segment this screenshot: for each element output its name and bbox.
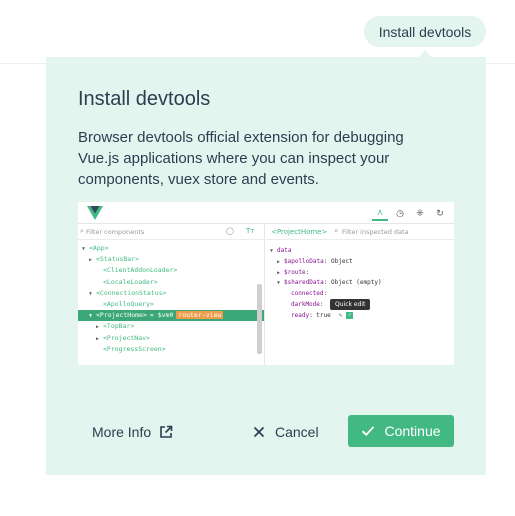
component-filter: ⌕ Filter components ◯ Tт	[78, 224, 264, 240]
prop-value: true	[316, 311, 331, 319]
install-devtools-popover: Install devtools Browser devtools offici…	[46, 57, 486, 475]
data-filter-placeholder: Filter inspected data	[342, 228, 409, 236]
prop-row[interactable]: ▼ $sharedData: Object (empty)	[266, 278, 454, 289]
tree-node-name: <App>	[89, 244, 109, 252]
tree-node-name: <StatusBar>	[96, 255, 140, 264]
prop-key: $apolloData	[284, 257, 324, 265]
tree-row[interactable]: <LocaleLoader>	[78, 277, 264, 288]
prop-row[interactable]: ▶ $route:	[266, 268, 454, 279]
events-icon: ⁜	[416, 207, 424, 218]
component-filter-placeholder: Filter components	[86, 228, 145, 236]
prop-separator: :	[323, 257, 331, 265]
search-icon: ⌕	[80, 227, 84, 235]
tree-row[interactable]: <ClientAddonLoader>	[78, 265, 264, 276]
prop-row[interactable]: ▼ data	[266, 246, 454, 257]
tree-node-name: <ApolloQuery>	[103, 299, 154, 308]
tree-node-name: <ClientAddonLoader>	[103, 266, 178, 275]
checkbox-checked-icon[interactable]: ✓	[346, 311, 354, 319]
tree-row[interactable]: ▶ <TopBar>	[78, 321, 264, 332]
select-icon: ◯	[226, 227, 234, 235]
continue-button[interactable]: Continue	[348, 415, 454, 447]
tree-node-name: <ProjectNav>	[103, 333, 150, 342]
prop-key: $route	[284, 268, 306, 276]
vm-reference: = $vm0	[149, 311, 174, 320]
more-info-button[interactable]: More Info	[92, 422, 173, 442]
tree-node-name: <ConnectionStatus>	[96, 288, 167, 297]
tree-row[interactable]: <ApolloQuery>	[78, 299, 264, 310]
prop-key: darkMode	[291, 300, 320, 308]
expand-toggle-icon[interactable]: ▼	[270, 246, 277, 256]
tree-row[interactable]: ▼ <ConnectionStatus>	[78, 288, 264, 299]
tree-row[interactable]: ▼ <ProjectHome> = $vm0 router-view	[78, 310, 264, 322]
expand-toggle-icon[interactable]: ▶	[277, 268, 284, 278]
prop-row[interactable]: ready: true ✎ ✓	[266, 311, 454, 322]
format-icon: Tт	[246, 227, 255, 235]
prop-key: ready	[291, 311, 310, 319]
quick-edit-tooltip: Quick edit	[330, 299, 371, 310]
prop-separator: :	[305, 268, 310, 276]
preview-tab-icons: ⋏ ◷ ⁜ ↻	[372, 205, 448, 221]
install-devtools-button[interactable]: Install devtools	[364, 16, 486, 47]
component-tree: ▼ <App> ▶ <StatusBar> <ClientAddonLoader> <Lo…	[78, 240, 264, 355]
router-view-badge: router-view	[176, 311, 224, 320]
devtools-preview-image: ⋏ ◷ ⁜ ↻ ⌕ Filter components ◯ Tт ▼ <App> ▶…	[78, 202, 454, 365]
tree-node-name: <TopBar>	[103, 322, 135, 331]
prop-key: connected	[291, 290, 324, 298]
tree-node-name: <ProgressScreen>	[103, 344, 166, 353]
prop-value: Object (empty)	[330, 279, 382, 287]
cancel-label: Cancel	[275, 424, 319, 440]
prop-row[interactable]: ▶ $apolloData: Object	[266, 257, 454, 268]
preview-header: ⋏ ◷ ⁜ ↻	[78, 202, 454, 224]
inspector-pane: <ProjectHome> ⌕ Filter inspected data ▼ d…	[266, 224, 454, 365]
expand-toggle-icon[interactable]: ▼	[277, 278, 284, 288]
close-icon	[253, 426, 265, 438]
tree-scrollbar	[257, 284, 262, 354]
prop-separator: :	[323, 290, 328, 298]
continue-label: Continue	[384, 423, 441, 439]
more-info-label: More Info	[92, 424, 152, 440]
tree-row[interactable]: ▶ <ProjectNav>	[78, 333, 264, 344]
tree-node-name: <ProjectHome>	[96, 311, 147, 320]
prop-separator: :	[323, 279, 331, 287]
tree-row[interactable]: <ProgressScreen>	[78, 344, 264, 355]
component-tree-pane: ⌕ Filter components ◯ Tт ▼ <App> ▶ <StatusB…	[78, 224, 265, 365]
inspected-component: <ProjectHome>	[271, 228, 328, 236]
refresh-icon: ↻	[436, 207, 444, 218]
page: Install devtools Install devtools Browse…	[0, 0, 515, 516]
vue-logo-icon	[87, 206, 103, 220]
cancel-button[interactable]: Cancel	[253, 422, 319, 442]
edit-icon[interactable]: ✎	[339, 312, 343, 319]
prop-separator: :	[319, 300, 324, 308]
history-icon: ◷	[396, 207, 404, 218]
external-link-icon	[160, 425, 173, 438]
expand-toggle-icon[interactable]: ▶	[277, 257, 284, 267]
popover-description: Browser devtools official extension for …	[78, 129, 404, 188]
prop-value: Object	[330, 257, 353, 265]
check-icon	[362, 426, 375, 437]
search-icon: ⌕	[334, 227, 339, 235]
inspector-header: <ProjectHome> ⌕ Filter inspected data	[266, 224, 454, 240]
prop-key: $sharedData	[284, 279, 324, 287]
tree-row[interactable]: ▶ <StatusBar>	[78, 254, 264, 265]
prop-key: data	[277, 247, 292, 254]
components-tab-icon: ⋏	[372, 205, 388, 221]
tree-row[interactable]: ▼ <App>	[78, 243, 264, 254]
popover-title: Install devtools	[78, 88, 211, 110]
tree-node-name: <LocaleLoader>	[103, 277, 158, 286]
